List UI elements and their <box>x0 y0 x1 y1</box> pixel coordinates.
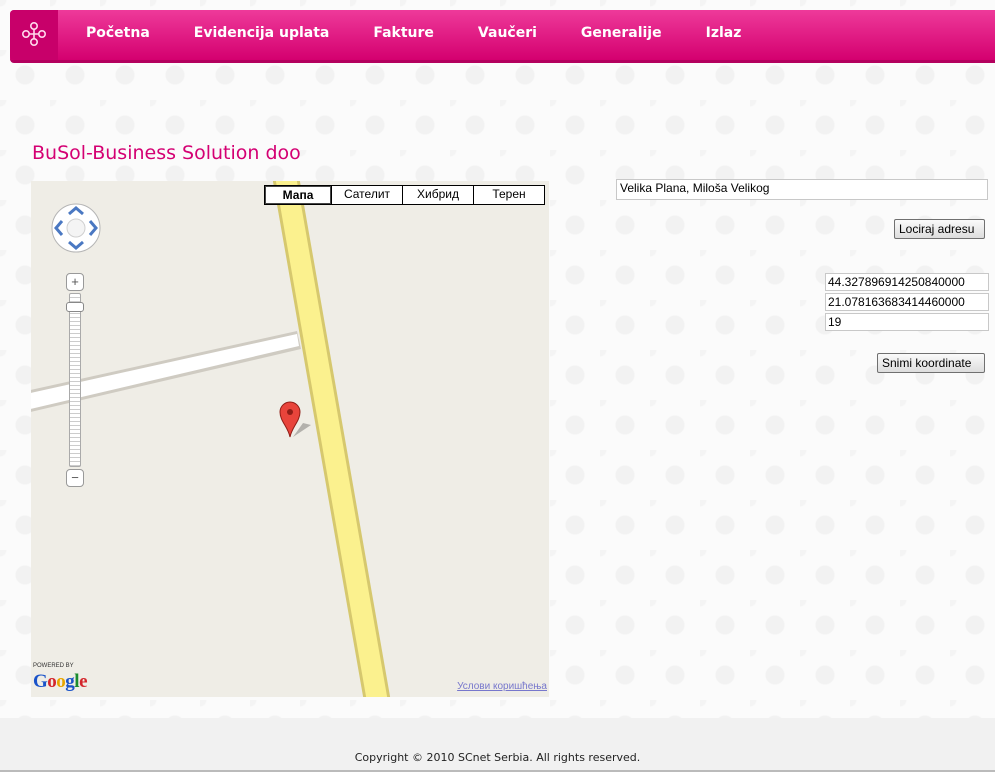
top-navigation-bar: Početna Evidencija uplata Fakture Vaučer… <box>10 10 995 63</box>
map-marker-icon[interactable] <box>279 401 311 441</box>
copyright-text: Copyright © 2010 SCnet Serbia. All right… <box>354 751 641 764</box>
company-name: BuSol-Business Solution doo <box>32 142 301 164</box>
map-type-terrain[interactable]: Терен <box>473 186 544 204</box>
nav-item-pocetna[interactable]: Početna <box>86 10 150 60</box>
main-nav: Početna Evidencija uplata Fakture Vaučer… <box>86 10 785 60</box>
map-view[interactable]: Мапа Сателит Хибрид Терен + − POWERED BY… <box>31 181 549 697</box>
nav-item-evidencija-uplata[interactable]: Evidencija uplata <box>194 10 330 60</box>
map-terms-link[interactable]: Услови коришћења <box>457 681 547 692</box>
map-type-hybrid[interactable]: Хибрид <box>402 186 473 204</box>
longitude-field[interactable]: 21.078163683414460000 <box>825 293 989 311</box>
nav-item-vauceri[interactable]: Vaučeri <box>478 10 537 60</box>
google-logo[interactable]: Google <box>33 671 87 693</box>
zoom-in-button[interactable]: + <box>66 273 84 291</box>
nav-item-generalije[interactable]: Generalije <box>581 10 662 60</box>
nav-item-fakture[interactable]: Fakture <box>373 10 434 60</box>
logo-ornament-icon <box>21 21 46 46</box>
map-type-switcher: Мапа Сателит Хибрид Терен <box>264 185 545 205</box>
latitude-field[interactable]: 44.327896914250840000 <box>825 273 989 291</box>
footer: Copyright © 2010 SCnet Serbia. All right… <box>0 718 995 772</box>
locate-address-button[interactable]: Lociraj adresu <box>894 219 985 239</box>
nav-item-izlaz[interactable]: Izlaz <box>706 10 742 60</box>
pan-control-icon[interactable] <box>49 201 103 255</box>
logo[interactable] <box>10 10 58 60</box>
map-type-map[interactable]: Мапа <box>265 186 331 204</box>
address-input[interactable]: Velika Plana, Miloša Velikog <box>616 179 988 200</box>
powered-by-label: POWERED BY <box>33 663 74 669</box>
zoom-out-button[interactable]: − <box>66 469 84 487</box>
zoom-slider-handle[interactable] <box>66 302 84 312</box>
save-coordinates-button[interactable]: Snimi koordinate <box>877 353 985 373</box>
zoom-field[interactable]: 19 <box>825 313 989 331</box>
map-type-satellite[interactable]: Сателит <box>331 186 402 204</box>
zoom-slider[interactable] <box>69 293 81 467</box>
